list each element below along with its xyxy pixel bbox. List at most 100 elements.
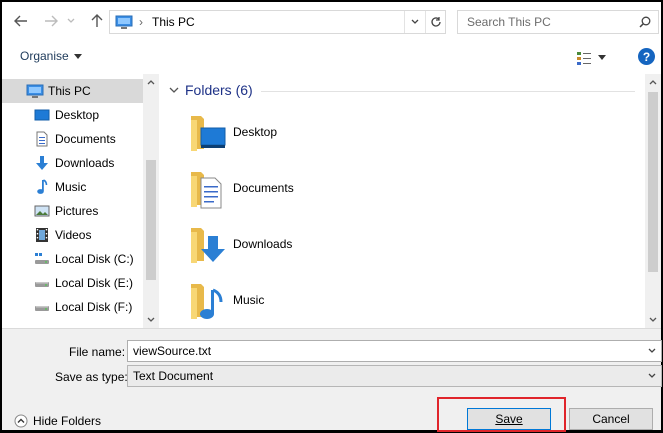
search-placeholder: Search This PC xyxy=(467,15,551,29)
scroll-thumb[interactable] xyxy=(146,160,156,280)
chevron-down-icon xyxy=(67,18,75,23)
file-name-field[interactable]: viewSource.txt xyxy=(127,340,662,362)
sidebar-item-downloads[interactable]: Downloads xyxy=(2,151,143,175)
refresh-button[interactable] xyxy=(425,11,445,33)
sidebar-item-local-disk-f[interactable]: Local Disk (F:) xyxy=(2,295,143,319)
sidebar-item-label: Desktop xyxy=(55,108,100,122)
address-bar[interactable]: › This PC xyxy=(109,10,446,34)
organise-button[interactable]: Organise xyxy=(20,49,82,63)
drive-icon xyxy=(33,299,51,315)
sidebar-item-label: This PC xyxy=(48,84,91,98)
help-button[interactable]: ? xyxy=(638,48,655,65)
chevron-down-icon xyxy=(73,53,82,59)
folder-item-desktop[interactable]: Desktop xyxy=(187,108,277,156)
folders-group-header[interactable]: Folders (6) xyxy=(169,82,253,98)
download-arrow-icon xyxy=(33,155,51,171)
folder-item-music[interactable]: Music xyxy=(187,276,264,324)
forward-arrow-icon xyxy=(45,15,58,27)
scroll-down-button[interactable] xyxy=(143,312,159,328)
navigation-pane: This PC Desktop Documents Downloads Musi… xyxy=(2,74,159,328)
cancel-button-label: Cancel xyxy=(592,412,630,426)
sidebar-item-label: Local Disk (E:) xyxy=(55,276,134,290)
videos-icon xyxy=(33,227,51,243)
system-drive-icon xyxy=(33,251,51,267)
search-icon xyxy=(639,16,651,28)
save-as-type-dropdown[interactable] xyxy=(643,366,661,386)
back-arrow-icon xyxy=(14,15,27,27)
sidebar-item-label: Music xyxy=(55,180,87,194)
scroll-up-button[interactable] xyxy=(143,74,159,90)
drive-icon xyxy=(33,275,51,291)
hide-folders-label: Hide Folders xyxy=(33,414,102,428)
scroll-down-button[interactable] xyxy=(645,312,661,328)
address-row: › This PC Search This PC xyxy=(2,2,661,42)
hide-folders-toggle[interactable]: Hide Folders xyxy=(14,414,101,428)
folder-icon xyxy=(187,166,227,210)
change-view-button[interactable] xyxy=(576,50,592,66)
chevron-up-icon xyxy=(649,80,657,85)
sidebar-item-documents[interactable]: Documents xyxy=(2,127,143,151)
recent-locations-button[interactable] xyxy=(62,10,80,32)
organise-label: Organise xyxy=(20,49,69,63)
sidebar-item-label: Pictures xyxy=(55,204,99,218)
sidebar-item-label: Local Disk (F:) xyxy=(55,300,133,314)
scroll-up-button[interactable] xyxy=(645,74,661,90)
chevron-down-icon xyxy=(648,373,656,378)
sidebar-item-videos[interactable]: Videos xyxy=(2,223,143,247)
music-note-icon xyxy=(33,179,51,195)
save-as-type-select[interactable]: Text Document xyxy=(127,365,662,387)
sidebar-item-desktop[interactable]: Desktop xyxy=(2,103,143,127)
help-icon: ? xyxy=(642,49,651,64)
back-button[interactable] xyxy=(12,10,30,32)
sidebar-item-music[interactable]: Music xyxy=(2,175,143,199)
file-name-value: viewSource.txt xyxy=(133,344,212,358)
save-as-type-label: Save as type: xyxy=(55,370,128,384)
sidebar-item-label: Documents xyxy=(55,132,116,146)
chevron-down-icon xyxy=(147,317,155,322)
sidebar-item-pictures[interactable]: Pictures xyxy=(2,199,143,223)
up-button[interactable] xyxy=(88,10,106,32)
file-name-label: File name: xyxy=(69,345,126,359)
file-list: Folders (6) Desktop Documents Downloads … xyxy=(163,74,645,328)
chevron-down-icon xyxy=(649,317,657,322)
file-name-history-dropdown[interactable] xyxy=(643,341,661,361)
navigation-scrollbar[interactable] xyxy=(143,74,159,328)
chevron-down-icon xyxy=(598,55,606,60)
group-title: Folders (6) xyxy=(185,82,253,98)
chevron-down-icon xyxy=(648,348,656,353)
sidebar-item-this-pc[interactable]: This PC xyxy=(2,79,143,103)
sidebar-item-local-disk-e[interactable]: Local Disk (E:) xyxy=(2,271,143,295)
desktop-icon xyxy=(33,107,51,123)
sidebar-item-label: Videos xyxy=(55,228,92,242)
save-highlight-box xyxy=(437,397,566,432)
address-dropdown-button[interactable] xyxy=(404,11,424,33)
sidebar-item-label: Downloads xyxy=(55,156,115,170)
chevron-up-icon xyxy=(147,80,155,85)
cancel-button[interactable]: Cancel xyxy=(569,408,653,430)
save-as-type-value: Text Document xyxy=(133,369,214,383)
documents-icon xyxy=(33,131,51,147)
folder-item-documents[interactable]: Documents xyxy=(187,164,294,212)
scroll-thumb[interactable] xyxy=(648,92,658,272)
chevron-down-icon xyxy=(411,19,418,24)
pictures-icon xyxy=(33,203,51,219)
sidebar-item-label: Local Disk (C:) xyxy=(55,252,134,266)
folder-icon xyxy=(187,278,227,322)
folder-name: Documents xyxy=(233,181,294,195)
folder-name: Downloads xyxy=(233,237,293,251)
forward-button[interactable] xyxy=(42,10,60,32)
computer-icon xyxy=(115,15,133,29)
breadcrumb-separator: › xyxy=(139,15,143,29)
folder-name: Desktop xyxy=(233,125,278,139)
view-details-icon xyxy=(577,52,591,65)
view-options-dropdown[interactable] xyxy=(598,55,606,60)
search-input[interactable]: Search This PC xyxy=(457,10,659,34)
sidebar-item-local-disk-c[interactable]: Local Disk (C:) xyxy=(2,247,143,271)
computer-icon xyxy=(26,83,44,99)
up-arrow-icon xyxy=(91,14,103,27)
file-list-scrollbar[interactable] xyxy=(645,74,661,328)
folder-item-downloads[interactable]: Downloads xyxy=(187,220,292,268)
chevron-down-icon xyxy=(169,87,179,93)
folder-icon xyxy=(187,110,227,154)
breadcrumb-this-pc[interactable]: This PC xyxy=(152,15,195,29)
